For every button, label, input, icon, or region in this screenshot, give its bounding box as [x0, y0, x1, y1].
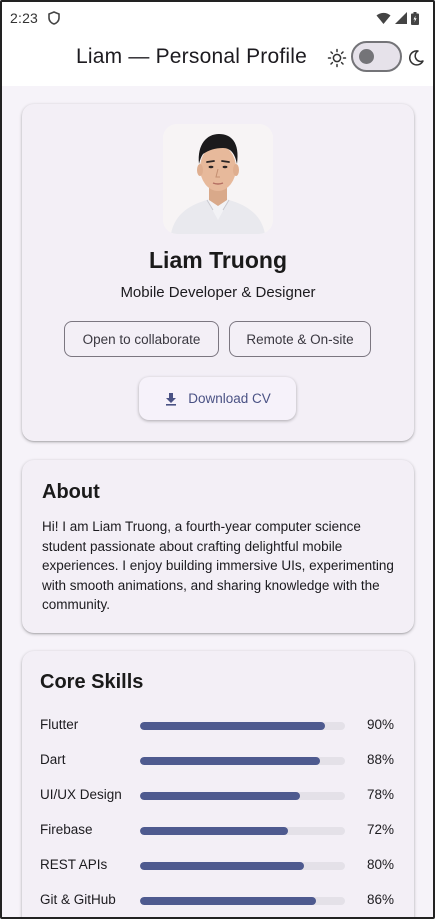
avatar — [163, 124, 273, 234]
profile-role: Mobile Developer & Designer — [120, 284, 316, 301]
skills-heading: Core Skills — [40, 671, 144, 693]
skill-name: UI/UX Design — [40, 787, 122, 802]
theme-toggle[interactable] — [351, 41, 402, 72]
skill-percent: 78% — [367, 787, 395, 802]
skill-percent: 88% — [367, 752, 395, 767]
skill-bar-fill — [140, 792, 300, 800]
skill-bar-fill — [140, 722, 325, 730]
skill-track — [140, 792, 345, 800]
status-bar: 2:23 — [2, 2, 433, 34]
skill-bar-fill — [140, 897, 317, 905]
shield-icon — [48, 11, 60, 25]
skill-row: UI/UX Design 78% — [22, 787, 414, 807]
skill-row: REST APIs 80% — [22, 857, 414, 877]
moon-icon — [408, 50, 424, 66]
status-time: 2:23 — [10, 10, 39, 26]
skill-row: Flutter 90% — [22, 717, 414, 737]
skill-track — [140, 827, 345, 835]
about-heading: About — [42, 481, 100, 503]
sun-icon — [327, 48, 347, 68]
skill-bar-fill — [140, 757, 321, 765]
signal-icon — [395, 12, 407, 24]
skill-row: Dart 88% — [22, 752, 414, 772]
chip-remote-on-site[interactable]: Remote & On-site — [229, 321, 371, 357]
skill-track — [140, 897, 345, 905]
skill-percent: 72% — [367, 822, 395, 837]
skill-name: Firebase — [40, 822, 93, 837]
profile-card: Liam Truong Mobile Developer & Designer … — [22, 104, 414, 441]
about-text: Hi! I am Liam Truong, a fourth-year comp… — [42, 519, 394, 612]
app-frame: 2:23 Liam — Personal Profile Liam Truong… — [0, 0, 435, 919]
download-cv-label: Download CV — [188, 391, 271, 406]
skill-bar-fill — [140, 862, 304, 870]
skill-row: Firebase 72% — [22, 822, 414, 842]
skill-track — [140, 862, 345, 870]
download-icon — [166, 392, 177, 406]
page-title: Liam — Personal Profile — [76, 45, 308, 68]
skill-percent: 90% — [367, 717, 395, 732]
skill-bar-fill — [140, 827, 288, 835]
skill-name: REST APIs — [40, 857, 108, 872]
skill-percent: 86% — [367, 892, 395, 907]
skill-track — [140, 757, 345, 765]
chip-open-to-collaborate[interactable]: Open to collaborate — [64, 321, 219, 357]
avatar-photo — [163, 124, 273, 234]
about-card: About Hi! I am Liam Truong, a fourth-yea… — [22, 460, 414, 633]
skill-percent: 80% — [367, 857, 395, 872]
app-bar: Liam — Personal Profile — [2, 34, 433, 86]
skill-name: Git & GitHub — [40, 892, 116, 907]
skill-name: Flutter — [40, 717, 79, 732]
skills-card: Core Skills Flutter 90% Dart 88% UI/UX D… — [22, 651, 414, 917]
download-cv-button[interactable]: Download CV — [139, 377, 296, 420]
skill-track — [140, 722, 345, 730]
skill-row: Git & GitHub 86% — [22, 892, 414, 912]
profile-name: Liam Truong — [149, 247, 287, 273]
skill-name: Dart — [40, 752, 66, 767]
theme-toggle-knob — [359, 49, 374, 64]
wifi-icon — [376, 12, 391, 24]
battery-icon — [411, 11, 419, 25]
